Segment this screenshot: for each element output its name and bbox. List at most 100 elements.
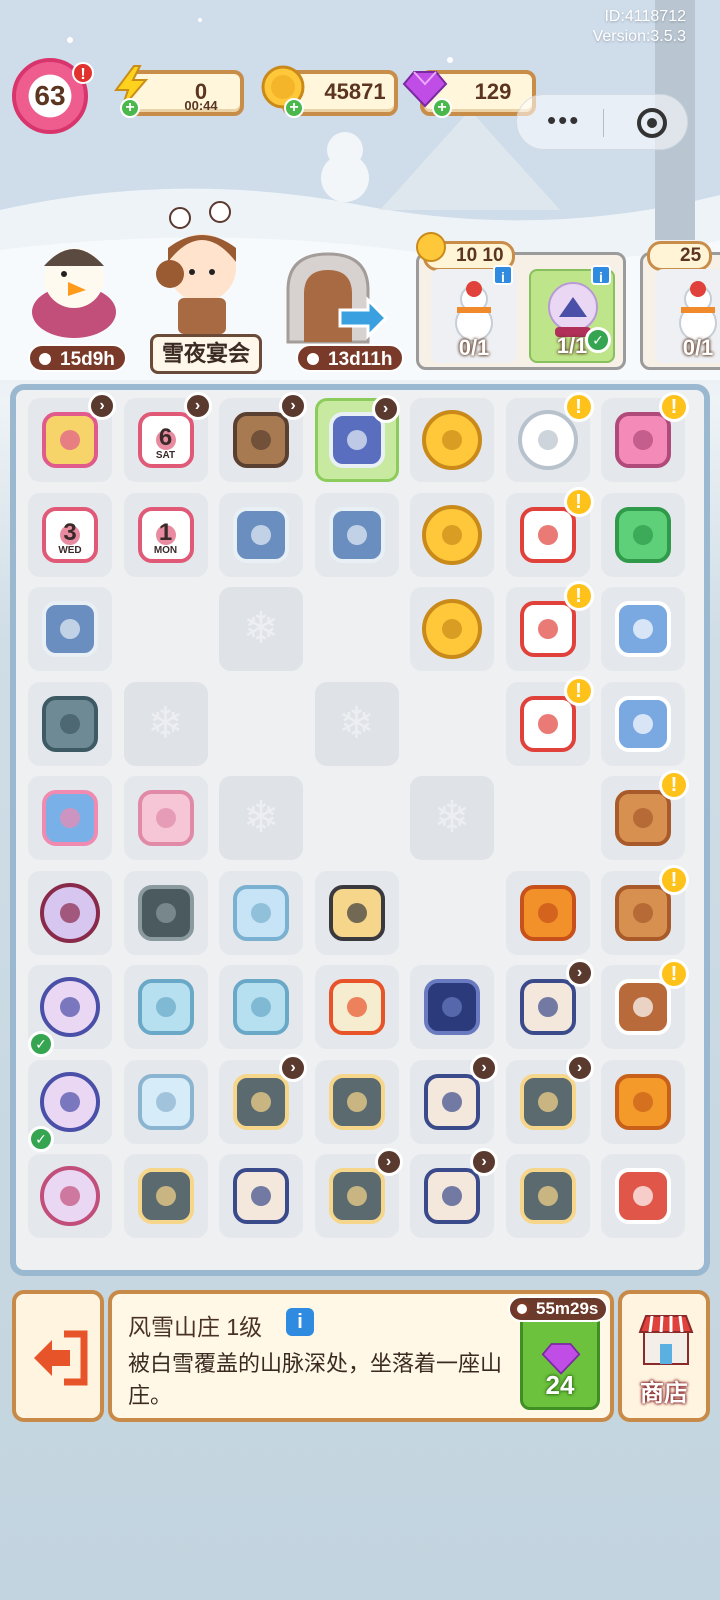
board-item-snow-manor[interactable]: ›: [314, 395, 400, 482]
gems-value: 129: [474, 79, 512, 104]
scissors-icon: [42, 790, 98, 846]
board-item-ice-dragon[interactable]: [219, 870, 303, 955]
board-item-ice-cobra[interactable]: [123, 965, 208, 1049]
board-item-candelabra[interactable]: [314, 870, 399, 955]
board-item-ribbon[interactable]: [123, 776, 208, 860]
speedup-button[interactable]: 24: [520, 1310, 600, 1410]
board-item-cake-box[interactable]: ›: [28, 392, 116, 482]
board-item-orange-jar[interactable]: [601, 1059, 685, 1144]
board-item-snow-globe-big[interactable]: [28, 1154, 112, 1238]
penguin-event-icon[interactable]: [24, 232, 124, 340]
board-item-stone-web[interactable]: [123, 870, 208, 955]
alert-icon: !: [659, 770, 689, 800]
board-item-mirror-candle[interactable]: [314, 1059, 399, 1144]
board-item-coin-pile[interactable]: [410, 398, 494, 482]
board-item-santa-bag[interactable]: !: [505, 486, 594, 577]
board-item-mirror-candle[interactable]: ›: [505, 1053, 594, 1144]
board-item-ice-fox[interactable]: [123, 1059, 208, 1144]
board-item-coin-quad[interactable]: [410, 587, 494, 671]
board-item-candles[interactable]: [314, 965, 399, 1049]
infinity-hex-icon: [615, 506, 671, 563]
board-item-pants[interactable]: [410, 965, 494, 1049]
snowman-icon: [679, 281, 717, 342]
board-cell-empty[interactable]: [506, 776, 590, 860]
board-item-snow-globe[interactable]: ✓: [28, 1059, 112, 1152]
candles-icon: [328, 979, 385, 1035]
board-item-gingerbread-house[interactable]: !: [601, 959, 689, 1049]
board-cell-empty[interactable]: [410, 682, 494, 766]
board-item-vest[interactable]: [219, 1154, 303, 1238]
board-item-mirror-candle[interactable]: [505, 1154, 590, 1238]
board-item-red-gift-box[interactable]: [601, 1154, 685, 1238]
info-icon[interactable]: i: [591, 265, 611, 285]
board-cell-frozen[interactable]: [314, 681, 399, 766]
board-item-calendar-1[interactable]: 1 MON: [123, 492, 208, 577]
board-item-snowy-trees[interactable]: [28, 587, 112, 671]
calendar-day: 6: [158, 424, 173, 451]
board-item-blue-mitten[interactable]: [601, 587, 685, 671]
timer-chevron-icon: ›: [371, 395, 400, 423]
board-item-santa-bag[interactable]: !: [505, 675, 594, 766]
check-icon: ✓: [28, 1031, 54, 1057]
door-event-icon[interactable]: [280, 250, 390, 346]
ice-horse-icon: [233, 979, 289, 1035]
board-cell-empty[interactable]: [124, 587, 208, 671]
board-cell-frozen[interactable]: [123, 681, 208, 766]
board-item-snow-globe[interactable]: ✓: [28, 965, 112, 1057]
item-info-button[interactable]: i: [286, 1308, 314, 1336]
board-item-sewing-machine[interactable]: !: [601, 392, 689, 482]
board-cell-empty[interactable]: [315, 776, 399, 860]
exit-button[interactable]: [12, 1290, 104, 1422]
board-item-scissors[interactable]: [28, 776, 112, 860]
calendar-weekday: SAT: [155, 450, 176, 461]
level-alert-badge: !: [72, 62, 94, 84]
board-item-vest[interactable]: ›: [410, 1148, 498, 1238]
board-item-handcuff[interactable]: [28, 681, 112, 766]
energy-plus-button[interactable]: +: [120, 98, 140, 118]
board-cell-empty[interactable]: [219, 682, 303, 766]
board-cell-empty[interactable]: [315, 587, 399, 671]
board-item-vest[interactable]: ›: [505, 959, 594, 1049]
coins-plus-button[interactable]: +: [284, 98, 304, 118]
board-cell-frozen[interactable]: [219, 776, 303, 860]
board-item-blue-mitten[interactable]: [601, 681, 685, 766]
board-item-snowy-trees[interactable]: [314, 492, 399, 577]
gems-plus-button[interactable]: +: [432, 98, 452, 118]
shop-button[interactable]: 商店: [618, 1290, 710, 1422]
board-cell-empty[interactable]: [410, 871, 494, 955]
board-item-mirror-candle[interactable]: ›: [314, 1148, 403, 1238]
banquet-event-icon[interactable]: [140, 198, 264, 340]
board-item-mirror-candle[interactable]: [123, 1154, 208, 1238]
item-detail-panel: 风雪山庄 1级 i 被白雪覆盖的山脉深处，坐落着一座山庄。 24 55m29s: [108, 1290, 614, 1422]
board-item-coin-pair[interactable]: [410, 492, 494, 577]
snowy-trees-icon: [233, 506, 289, 563]
order-slot: 0/1: [655, 269, 720, 363]
record-icon[interactable]: [637, 108, 667, 138]
clock-icon: [514, 1301, 530, 1317]
board-item-santa-bag[interactable]: !: [505, 581, 594, 671]
board-item-calendar-6[interactable]: 6 SAT ›: [123, 392, 212, 482]
board-item-vest[interactable]: ›: [410, 1053, 498, 1144]
board-cell-frozen[interactable]: [410, 776, 494, 860]
snowman-icon: [455, 281, 493, 342]
exit-icon: [34, 1330, 88, 1386]
board-item-calendar-3[interactable]: 3 WED: [28, 492, 112, 577]
board-item-snowball[interactable]: !: [505, 392, 594, 482]
coin-pair-icon: [422, 504, 482, 565]
board-item-mirror-candle[interactable]: ›: [219, 1053, 307, 1144]
board-item-stone-door[interactable]: ›: [219, 392, 307, 482]
board-item-snow-globe-small[interactable]: [28, 870, 112, 955]
more-button[interactable]: •••: [547, 105, 580, 136]
board-cell-frozen[interactable]: [219, 587, 303, 671]
order-card[interactable]: 10 10 0/1 i 1/1 i ✓: [416, 241, 626, 370]
board-item-infinity-hex[interactable]: [601, 492, 685, 577]
board-item-cookie[interactable]: !: [601, 864, 689, 955]
board-item-scarf[interactable]: [505, 870, 590, 955]
board-item-ice-horse[interactable]: [219, 965, 303, 1049]
order-card[interactable]: 25 0/1: [640, 241, 720, 370]
info-icon[interactable]: i: [493, 265, 513, 285]
board-item-cookie[interactable]: !: [601, 770, 689, 860]
timer-chevron-icon: ›: [470, 1053, 498, 1082]
board-item-snowy-trees[interactable]: [219, 492, 303, 577]
alert-icon: !: [563, 675, 594, 706]
